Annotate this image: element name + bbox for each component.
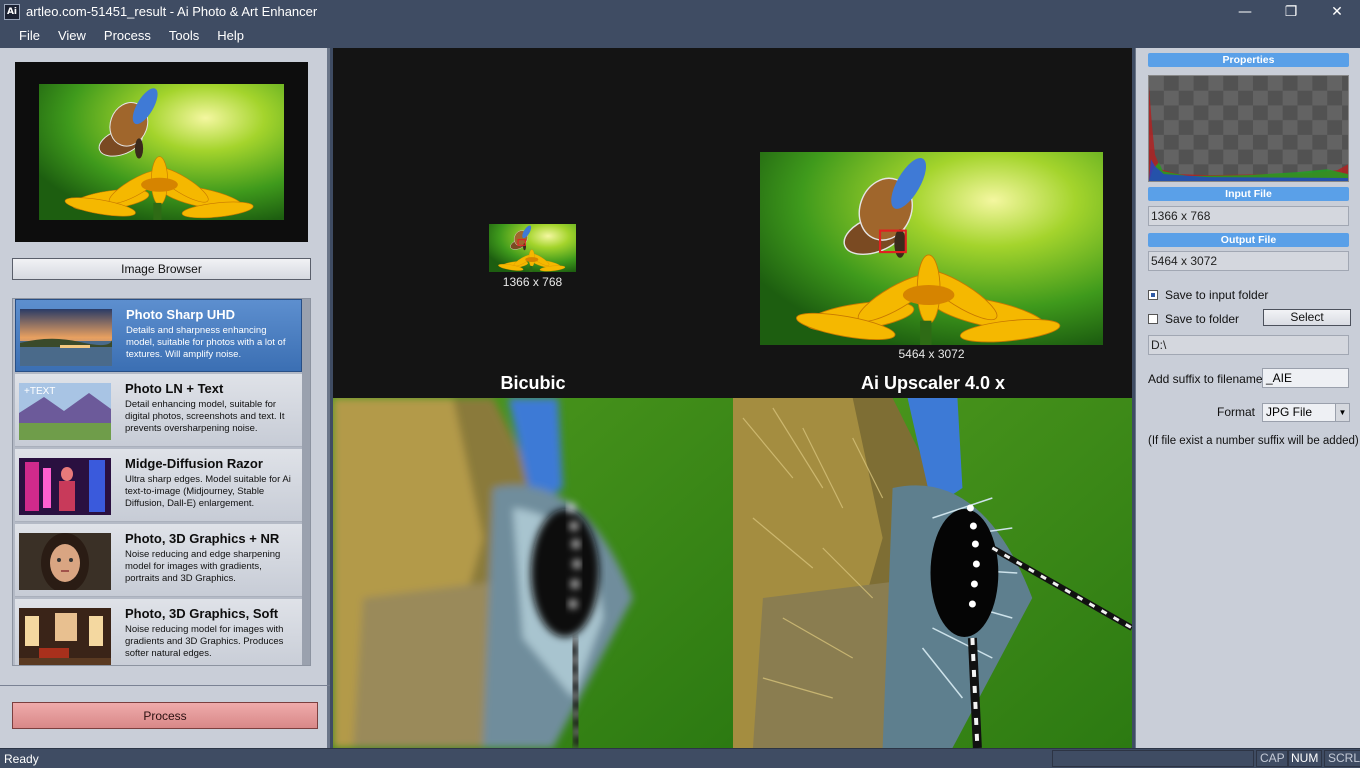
status-text: Ready xyxy=(4,752,39,766)
menu-process[interactable]: Process xyxy=(95,23,160,48)
radio-checked-icon[interactable] xyxy=(1148,290,1158,300)
model-title: Photo Sharp UHD xyxy=(126,307,236,322)
model-thumb-text-landscape: +TEXT xyxy=(19,383,111,440)
suffix-note: (If file exist a number suffix will be a… xyxy=(1148,435,1359,447)
model-thumb-landscape xyxy=(20,309,112,366)
num-lock-indicator: NUM xyxy=(1287,750,1323,767)
model-item-photo-3d-graphics-nr[interactable]: Photo, 3D Graphics + NR Noise reducing a… xyxy=(15,524,302,597)
output-file-header: Output File xyxy=(1148,233,1349,247)
model-description: Detail enhancing model, suitable for dig… xyxy=(125,399,285,434)
image-preview xyxy=(15,62,308,242)
save-to-folder-option[interactable]: Save to folder xyxy=(1148,312,1239,326)
left-panel: Image Browser Photo Sharp UHD Details an… xyxy=(0,48,330,748)
model-title: Photo, 3D Graphics, Soft xyxy=(125,606,279,621)
model-description: Noise reducing model for images with gra… xyxy=(125,624,284,659)
format-label: Format xyxy=(1217,405,1256,419)
input-thumbnail[interactable] xyxy=(489,224,576,272)
preview-butterfly-image xyxy=(39,84,284,220)
menu-view[interactable]: View xyxy=(49,23,95,48)
ai-upscaler-zoom-view[interactable] xyxy=(733,398,1132,748)
model-thumb-portrait xyxy=(19,533,111,590)
model-title: Midge-Diffusion Razor xyxy=(125,456,263,471)
model-item-photo-ln-text[interactable]: +TEXT Photo LN + Text Detail enhancing m… xyxy=(15,374,302,447)
caps-lock-indicator: CAP xyxy=(1256,750,1289,767)
model-title: Photo, 3D Graphics + NR xyxy=(125,531,280,546)
maximize-button[interactable]: ❐ xyxy=(1268,0,1314,23)
menu-tools[interactable]: Tools xyxy=(160,23,208,48)
scroll-lock-indicator: SCRL xyxy=(1324,750,1360,767)
close-button[interactable]: ✕ xyxy=(1314,0,1360,23)
model-item-midge-diffusion-razor[interactable]: Midge-Diffusion Razor Ultra sharp edges.… xyxy=(15,449,302,522)
save-to-input-folder-label: Save to input folder xyxy=(1165,288,1269,302)
format-dropdown[interactable]: JPG File ▼ xyxy=(1262,403,1350,422)
model-item-photo-sharp-uhd[interactable]: Photo Sharp UHD Details and sharpness en… xyxy=(15,299,302,372)
model-title: Photo LN + Text xyxy=(125,381,224,396)
input-size-caption: 1366 x 768 xyxy=(502,275,563,289)
thumb-text-label: +TEXT xyxy=(24,386,55,397)
output-preview-image[interactable] xyxy=(760,152,1103,345)
menu-file[interactable]: File xyxy=(0,23,49,48)
output-file-size-field: 5464 x 3072 xyxy=(1148,251,1349,271)
input-file-header: Input File xyxy=(1148,187,1349,201)
window-title: artleo.com-51451_result - Ai Photo & Art… xyxy=(26,4,318,19)
model-list: Photo Sharp UHD Details and sharpness en… xyxy=(12,298,311,666)
divider xyxy=(0,685,330,686)
model-item-photo-3d-graphics-soft[interactable]: Photo, 3D Graphics, Soft Noise reducing … xyxy=(15,599,302,665)
suffix-input[interactable]: _AIE xyxy=(1262,368,1349,388)
format-selected-value: JPG File xyxy=(1266,405,1313,419)
menu-help[interactable]: Help xyxy=(208,23,253,48)
title-bar: Ai artleo.com-51451_result - Ai Photo & … xyxy=(0,0,1360,23)
properties-header: Properties xyxy=(1148,53,1349,67)
chevron-down-icon[interactable]: ▼ xyxy=(1335,404,1349,421)
save-to-input-folder-option[interactable]: Save to input folder xyxy=(1148,288,1268,302)
input-file-size-field: 1366 x 768 xyxy=(1148,206,1349,226)
select-folder-button[interactable]: Select xyxy=(1263,309,1351,326)
model-thumb-interior xyxy=(19,608,111,665)
properties-panel: Properties Input File 1366 x 768 Output … xyxy=(1135,48,1360,748)
comparison-viewer: 1366 x 768 5464 x 3072 Bicubic Ai Upscal… xyxy=(333,48,1132,748)
save-to-folder-label: Save to folder xyxy=(1165,312,1240,326)
bicubic-label: Bicubic xyxy=(500,373,566,393)
output-size-caption: 5464 x 3072 xyxy=(898,347,965,361)
model-description: Noise reducing and edge sharpening model… xyxy=(125,549,281,584)
model-thumb-neon-figure xyxy=(19,458,111,515)
ai-upscaler-label: Ai Upscaler 4.0 x xyxy=(860,373,1006,393)
model-list-scrollbar[interactable] xyxy=(302,299,310,665)
menu-bar: File View Process Tools Help xyxy=(0,23,1360,48)
model-description: Details and sharpness enhancing model, s… xyxy=(126,325,286,360)
minimize-button[interactable]: — xyxy=(1222,0,1268,23)
suffix-label: Add suffix to filename xyxy=(1148,372,1263,386)
status-pane xyxy=(1052,750,1254,767)
app-logo-icon: Ai xyxy=(4,3,20,20)
process-button[interactable]: Process xyxy=(12,702,318,729)
overview-area: 1366 x 768 5464 x 3072 Bicubic Ai Upscal… xyxy=(333,48,1132,398)
model-description: Ultra sharp edges. Model suitable for Ai… xyxy=(125,474,291,509)
histogram xyxy=(1148,75,1349,182)
bicubic-zoom-view[interactable] xyxy=(333,398,733,748)
image-browser-button[interactable]: Image Browser xyxy=(12,258,311,280)
folder-path-field[interactable]: D:\ xyxy=(1148,335,1349,355)
status-bar: Ready CAP NUM SCRL xyxy=(0,748,1360,768)
radio-unchecked-icon[interactable] xyxy=(1148,314,1158,324)
